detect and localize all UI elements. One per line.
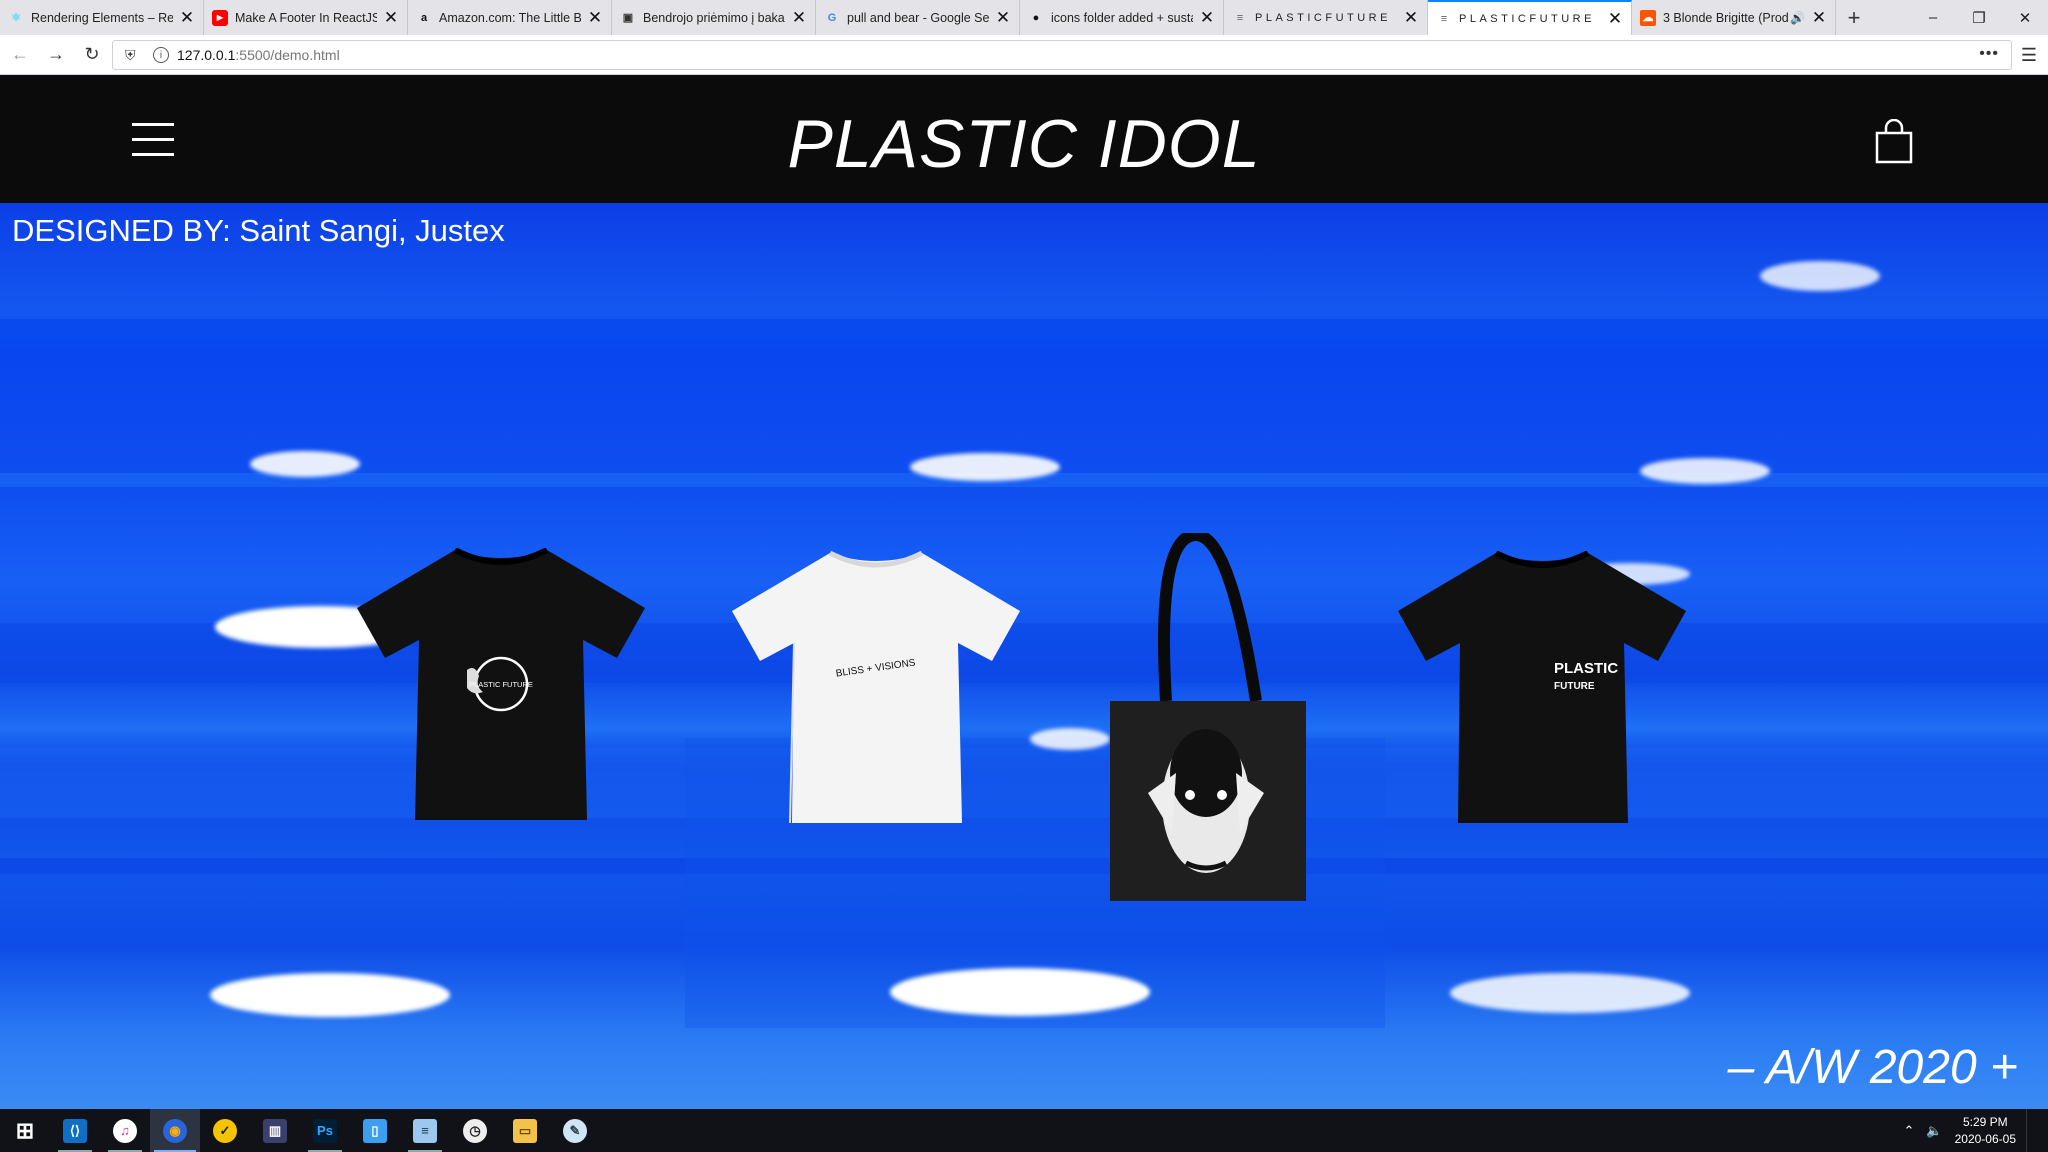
product-black-tshirt-1[interactable]: PLASTIC FUTURE	[355, 548, 647, 823]
browser-tab[interactable]: ☁ 3 Blonde Brigitte (Produced🔊 ✕	[1632, 0, 1836, 35]
react-icon: ⚛	[11, 12, 21, 24]
close-tab-icon[interactable]: ✕	[791, 8, 807, 28]
cloud	[250, 451, 360, 477]
browser-tab[interactable]: ▶ Make A Footer In ReactJS | Re ✕	[204, 0, 408, 35]
shield-icon[interactable]: ⛨	[125, 47, 143, 64]
url-path: :5500/demo.html	[235, 47, 340, 63]
clock-app-icon[interactable]: ◷	[450, 1109, 500, 1152]
cloud	[1760, 261, 1880, 291]
tab-title: icons folder added + sustain	[1051, 10, 1193, 25]
browser-tab[interactable]: ⚛ Rendering Elements – React ✕	[0, 0, 204, 35]
cloud	[1450, 973, 1690, 1013]
season-label: – A/W 2020 +	[1727, 1041, 2018, 1094]
close-tab-icon[interactable]: ✕	[1811, 8, 1827, 28]
itunes-icon[interactable]: ♫	[100, 1109, 150, 1152]
soundcloud-icon: ☁	[1640, 9, 1656, 26]
browser-tab[interactable]: ▣ Bendrojo priėmimo į bakalaur ✕	[612, 0, 816, 35]
address-bar[interactable]: ⛨ i 127.0.0.1:5500/demo.html •••	[112, 40, 2012, 70]
minimize-icon[interactable]: –	[1910, 0, 1956, 35]
browser-tab[interactable]: ● icons folder added + sustain ✕	[1020, 0, 1224, 35]
page-icon: ≡	[1236, 11, 1244, 24]
close-tab-icon[interactable]: ✕	[179, 8, 195, 28]
browser-tab[interactable]: ≡ PLASTICFUTURE ✕	[1224, 0, 1428, 35]
tab-strip: ⚛ Rendering Elements – React ✕ ▶ Make A Foot…	[0, 0, 1836, 35]
tab-title: 3 Blonde Brigitte (Produced	[1663, 10, 1789, 25]
tab-title: PLASTICFUTURE	[1255, 11, 1391, 24]
close-tab-icon[interactable]: ✕	[995, 8, 1011, 28]
github-icon: ●	[1032, 11, 1040, 24]
cloud	[210, 973, 450, 1017]
library-menu-icon[interactable]: ☰	[2014, 40, 2044, 70]
clock[interactable]: 5:29 PM 2020-06-05	[1955, 1114, 2016, 1148]
volume-icon[interactable]: 🔈	[1926, 1123, 1942, 1139]
site-info-icon[interactable]: i	[153, 47, 169, 63]
web-page: PLASTIC IDOL DESIGNED BY: Saint Sangi, J…	[0, 75, 2048, 1109]
url-host: 127.0.0.1	[177, 47, 236, 63]
tab-title: Amazon.com: The Little Book	[439, 10, 581, 25]
forward-icon[interactable]: →	[40, 39, 72, 71]
paint-icon[interactable]: ✎	[550, 1109, 600, 1152]
tab-title: Rendering Elements – React	[31, 10, 173, 25]
vscode-icon[interactable]: ⟨⟩	[50, 1109, 100, 1152]
cloud	[1030, 728, 1110, 750]
cloud	[910, 453, 1060, 481]
browser-tab[interactable]: Gpull and bear - Google Search ✕	[816, 0, 1020, 35]
brand-title[interactable]: PLASTIC IDOL	[0, 105, 2048, 183]
file-explorer-icon[interactable]: ▭	[500, 1109, 550, 1152]
new-tab-button[interactable]: +	[1836, 0, 1872, 35]
browser-tab[interactable]: a Amazon.com: The Little Book ✕	[408, 0, 612, 35]
lama-icon: ▣	[622, 12, 634, 24]
youtube-icon: ▶	[212, 9, 228, 26]
tab-title: Bendrojo priėmimo į bakalaur	[643, 10, 785, 25]
close-window-icon[interactable]: ✕	[2002, 0, 2048, 35]
tray-expand-icon[interactable]: ⌃	[1904, 1123, 1915, 1139]
taskbar-apps: ⊞ ⟨⟩ ♫ ◉ ✓ ▥ Ps ▯ ≡ ◷ ▭ ✎	[0, 1109, 600, 1152]
app-icon[interactable]: ▥	[250, 1109, 300, 1152]
designed-by-credit: DESIGNED BY: Saint Sangi, Justex	[12, 213, 505, 248]
close-tab-icon[interactable]: ✕	[1199, 8, 1215, 28]
norton-icon[interactable]: ✓	[200, 1109, 250, 1152]
notepad-icon[interactable]: ≡	[400, 1109, 450, 1152]
photoshop-icon[interactable]: Ps	[300, 1109, 350, 1152]
google-icon: G	[827, 11, 837, 24]
product-white-tshirt[interactable]: BLISS + VISIONS	[730, 551, 1022, 826]
windows-taskbar: ⊞ ⟨⟩ ♫ ◉ ✓ ▥ Ps ▯ ≡ ◷ ▭ ✎ ⌃ 🔈 5:29 PM 2020-06-05	[0, 1109, 2048, 1152]
windows-start-icon[interactable]: ⊞	[0, 1109, 50, 1152]
page-actions-icon[interactable]: •••	[1979, 45, 1999, 63]
site-header: PLASTIC IDOL	[0, 75, 2048, 203]
product-tote-bag[interactable]	[1106, 533, 1308, 903]
phone-icon[interactable]: ▯	[350, 1109, 400, 1152]
system-tray: ⌃ 🔈 5:29 PM 2020-06-05	[1904, 1109, 2048, 1152]
clock-date: 2020-06-05	[1954, 1131, 2016, 1146]
print-future: FUTURE	[1554, 681, 1595, 692]
close-tab-icon[interactable]: ✕	[1403, 8, 1419, 28]
firefox-icon[interactable]: ◉	[150, 1109, 200, 1152]
page-icon: ≡	[1440, 12, 1448, 25]
tab-title: PLASTICFUTURE	[1459, 12, 1595, 25]
print-plastic-future: PLASTIC FUTURE	[469, 680, 533, 689]
close-tab-icon[interactable]: ✕	[383, 8, 399, 28]
tab-title: pull and bear - Google Search	[847, 10, 989, 25]
browser-nav-bar: ← → ↻ ⛨ i 127.0.0.1:5500/demo.html ••• ☰	[0, 35, 2048, 75]
browser-tab-bar: ⚛ Rendering Elements – React ✕ ▶ Make A Foot…	[0, 0, 2048, 35]
tab-title: Make A Footer In ReactJS | Re	[235, 10, 377, 25]
cloud	[1640, 458, 1770, 484]
shopping-bag-icon[interactable]	[1874, 119, 1914, 165]
back-icon[interactable]: ←	[4, 39, 36, 71]
print-plastic: PLASTIC	[1554, 660, 1618, 677]
restore-icon[interactable]: ❐	[1956, 0, 2002, 35]
reload-icon[interactable]: ↻	[76, 39, 108, 71]
product-black-tshirt-2[interactable]: PLASTIC FUTURE	[1396, 551, 1688, 826]
hero-sky-background: DESIGNED BY: Saint Sangi, Justex PLASTIC…	[0, 203, 2048, 1109]
window-controls: – ❐ ✕	[1910, 0, 2048, 35]
clock-time: 5:29 PM	[1962, 1114, 2008, 1129]
close-tab-icon[interactable]: ✕	[1607, 9, 1623, 29]
browser-tab[interactable]: ≡ PLASTICFUTURE ✕	[1428, 0, 1632, 35]
cloud	[890, 968, 1150, 1016]
show-desktop-button[interactable]	[2026, 1109, 2048, 1152]
audio-playing-icon[interactable]: 🔊	[1790, 11, 1805, 25]
amazon-icon: a	[420, 11, 428, 24]
close-tab-icon[interactable]: ✕	[587, 8, 603, 28]
